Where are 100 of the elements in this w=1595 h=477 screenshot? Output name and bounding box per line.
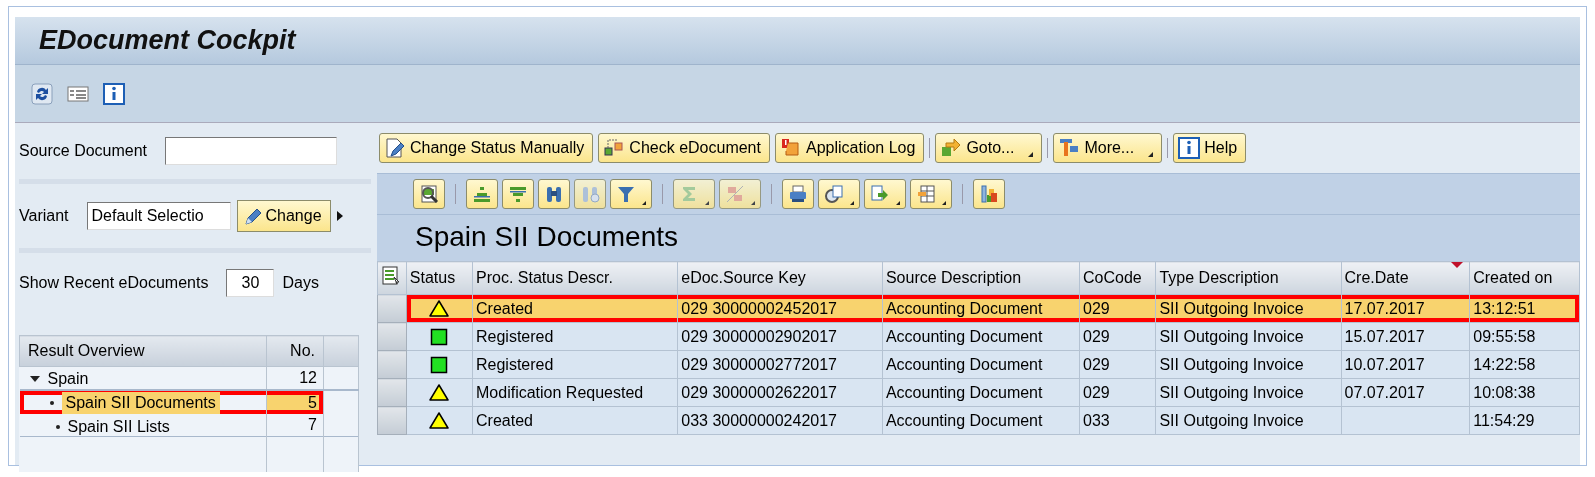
unit-label: Days <box>282 274 319 292</box>
subtotal-icon <box>725 184 745 204</box>
details-button[interactable] <box>413 179 445 209</box>
binoculars-button[interactable] <box>538 179 570 209</box>
layout-select-icon[interactable] <box>380 265 400 287</box>
table-cell: 029 30000002902017 <box>681 327 837 345</box>
details-icon <box>419 184 439 204</box>
filter-icon <box>616 184 636 204</box>
tree-item[interactable]: Spain SII Lists <box>67 417 170 436</box>
table-cell: SII Outgoing Invoice <box>1159 299 1304 317</box>
view-button[interactable] <box>818 179 860 209</box>
layout-button[interactable] <box>910 179 952 209</box>
table-cell: 13:12:51 <box>1473 299 1536 317</box>
column-header: No. <box>266 335 324 367</box>
column-header[interactable]: Proc. Status Descr. <box>472 261 678 295</box>
info-icon <box>1178 137 1201 159</box>
table-cell: 029 <box>1083 327 1110 345</box>
list-title: Spain SII Documents <box>414 220 680 254</box>
column-header[interactable]: Cre.Date <box>1341 261 1470 295</box>
arrow-icon <box>940 137 963 159</box>
table-cell: Accounting Document <box>885 355 1043 373</box>
variant-field[interactable]: Default Selectio <box>86 202 231 230</box>
table-cell: 09:55:58 <box>1473 327 1536 345</box>
table-cell: Created <box>476 411 533 429</box>
list-icon[interactable] <box>67 83 89 104</box>
table-cell: SII Outgoing Invoice <box>1159 327 1304 345</box>
table-cell: SII Outgoing Invoice <box>1159 355 1304 373</box>
print-button[interactable] <box>782 179 814 209</box>
table-cell: Accounting Document <box>885 383 1043 401</box>
field-label: Show Recent eDocuments <box>19 274 209 292</box>
toolbar-button[interactable]: Help <box>1173 133 1247 163</box>
table-cell: Registered <box>476 355 554 373</box>
table-cell: 10.07.2017 <box>1344 355 1425 373</box>
linked-squares-icon <box>603 137 626 159</box>
table-cell: Created <box>476 299 533 317</box>
toolbar-button[interactable]: Check eDocument <box>598 133 770 163</box>
chart-button[interactable] <box>973 179 1005 209</box>
export-icon <box>870 184 890 204</box>
tree-item[interactable]: Spain SII Documents <box>61 392 220 414</box>
column-header[interactable]: Source Description <box>882 261 1080 295</box>
column-header[interactable]: eDoc.Source Key <box>677 261 883 295</box>
table-cell: 029 <box>1083 383 1110 401</box>
subtotal-button[interactable] <box>719 179 761 209</box>
tools-icon <box>1058 137 1081 159</box>
print-icon <box>788 184 808 204</box>
table-cell: 033 30000000242017 <box>681 411 837 429</box>
column-header: Result Overview <box>19 335 267 367</box>
window-title: EDocument Cockpit <box>39 24 296 57</box>
table-cell: SII Outgoing Invoice <box>1159 383 1304 401</box>
table-cell: 033 <box>1083 411 1110 429</box>
table-cell: Accounting Document <box>885 327 1043 345</box>
table-cell: Accounting Document <box>885 299 1043 317</box>
table-cell: 07.07.2017 <box>1344 383 1425 401</box>
triangle-right-icon[interactable] <box>336 211 343 221</box>
source-document-field[interactable] <box>165 137 338 165</box>
filter-button[interactable] <box>610 179 652 209</box>
change-button[interactable]: Change <box>236 200 331 232</box>
days-field[interactable]: 30 <box>226 269 275 297</box>
toolbar-button[interactable]: More... <box>1053 133 1163 163</box>
toolbar-button[interactable]: Change Status Manually <box>379 133 594 163</box>
table-cell: SII Outgoing Invoice <box>1159 411 1304 429</box>
bullet-icon <box>55 424 60 429</box>
toolbar-button[interactable]: Goto... <box>935 133 1043 163</box>
document-pencil-icon <box>384 137 406 159</box>
count-text: 5 <box>308 393 317 411</box>
tree-item[interactable]: Spain <box>47 370 89 388</box>
sort-descending-icon <box>508 184 528 204</box>
sum-button[interactable] <box>673 179 715 209</box>
bullet-icon <box>49 401 54 405</box>
find-next-icon <box>580 184 600 204</box>
table-cell: 15.07.2017 <box>1344 327 1425 345</box>
column-header[interactable]: Status <box>406 261 473 295</box>
column-header[interactable]: Type Description <box>1155 261 1342 295</box>
table-cell: 10:08:38 <box>1473 383 1536 401</box>
info-icon[interactable] <box>103 82 125 105</box>
toolbar-button[interactable]: Application Log <box>774 133 925 163</box>
export-button[interactable] <box>864 179 906 209</box>
table-cell: 029 30000002622017 <box>681 383 837 401</box>
sort-ascending-button[interactable] <box>466 179 498 209</box>
table-cell: 11:54:29 <box>1473 411 1535 429</box>
refresh-icon[interactable] <box>31 82 53 105</box>
chart-icon <box>979 184 999 204</box>
table-cell: 029 30000002452017 <box>681 299 837 317</box>
view-icon <box>824 184 844 204</box>
column-header[interactable]: Created on <box>1469 261 1580 295</box>
field-label: Variant <box>19 207 69 225</box>
sort-descending-button[interactable] <box>502 179 534 209</box>
table-cell: 14:22:58 <box>1473 355 1536 373</box>
field-label: Source Document <box>19 142 148 160</box>
count-text: 7 <box>308 416 317 433</box>
column-header[interactable]: CoCode <box>1079 261 1156 295</box>
table-cell: 17.07.2017 <box>1344 299 1425 317</box>
table-cell: 029 <box>1083 355 1110 373</box>
binoculars-icon <box>544 184 564 204</box>
sort-ascending-icon <box>472 184 492 204</box>
table-cell: 029 <box>1083 299 1110 317</box>
expand-caret-icon[interactable] <box>29 376 40 382</box>
log-icon <box>779 137 802 159</box>
table-cell: Accounting Document <box>885 411 1043 429</box>
layout-icon <box>916 184 936 204</box>
